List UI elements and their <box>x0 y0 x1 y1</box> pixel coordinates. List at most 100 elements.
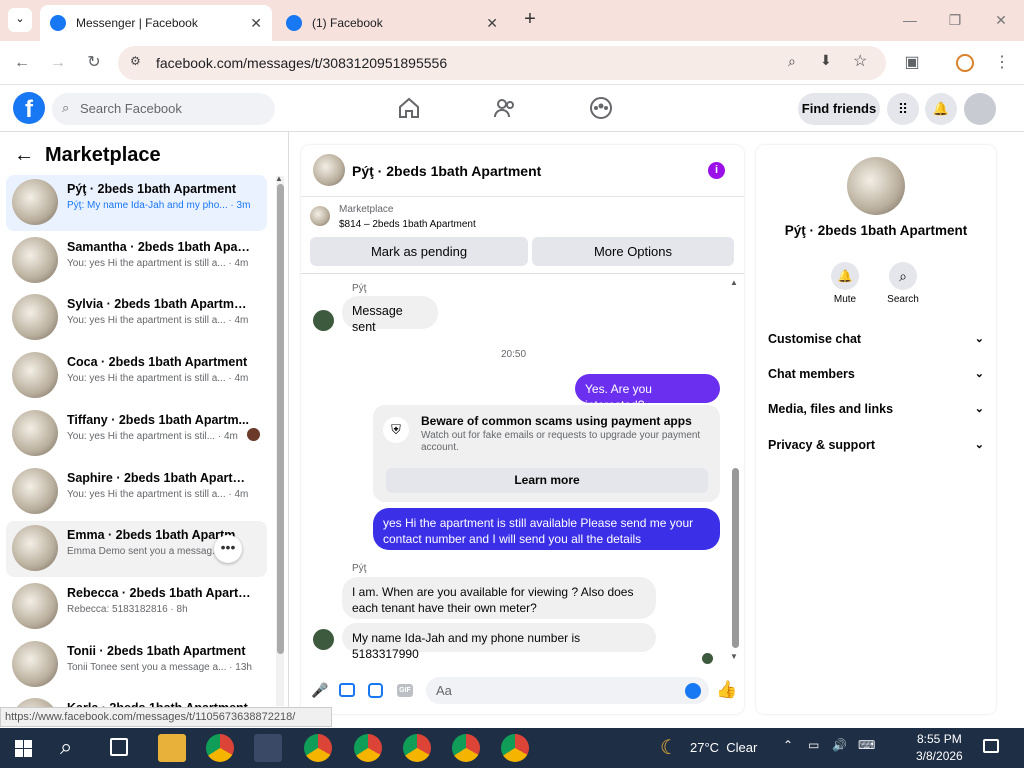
scroll-up-icon[interactable]: ▲ <box>275 174 283 183</box>
microphone-icon[interactable]: 🎤 <box>311 682 328 699</box>
chat-scroll-up-icon[interactable]: ▲ <box>730 278 738 287</box>
info-icon[interactable]: i <box>708 162 725 179</box>
tab-messenger[interactable]: Messenger | Facebook ✕ <box>40 5 272 41</box>
file-explorer-icon[interactable] <box>158 734 186 762</box>
find-friends-button[interactable]: Find friends <box>798 93 880 125</box>
friends-icon[interactable] <box>493 96 517 120</box>
tray-chevron-icon[interactable]: ⌃ <box>783 738 793 752</box>
reload-icon[interactable]: ↻ <box>82 51 106 75</box>
new-tab-button[interactable]: + <box>519 9 541 31</box>
address-bar[interactable]: ⚙ facebook.com/messages/t/30831209518955… <box>118 46 886 80</box>
close-tab-icon[interactable]: ✕ <box>486 15 498 32</box>
chrome-icon[interactable] <box>206 734 234 762</box>
clock-time[interactable]: 8:55 PM <box>917 732 962 746</box>
windows-start-icon[interactable] <box>15 740 32 757</box>
groups-icon[interactable] <box>589 96 613 120</box>
conversation-item[interactable]: Rebecca · 2beds 1bath Apartment Rebecca: … <box>6 579 267 635</box>
back-icon[interactable]: ← <box>10 51 34 75</box>
app-icon[interactable] <box>254 734 282 762</box>
close-tab-icon[interactable]: ✕ <box>250 15 262 32</box>
conversation-item[interactable]: Emma · 2beds 1bath Apartm Emma Demo sent … <box>6 521 267 578</box>
bookmark-star-icon[interactable]: ☆ <box>853 51 867 71</box>
weather-moon-icon[interactable]: ☾ <box>660 735 678 760</box>
conversation-item[interactable]: Tiffany · 2beds 1bath Apartm... You: yes … <box>6 406 267 462</box>
like-thumb-icon[interactable]: 👍 <box>716 680 737 700</box>
mute-button[interactable]: 🔔 <box>831 262 859 290</box>
gif-icon[interactable]: GIF <box>397 684 413 697</box>
keyboard-icon[interactable]: ⌨ <box>858 738 875 752</box>
install-icon[interactable]: ⬇ <box>820 52 832 69</box>
message-sent-bubble[interactable]: Message sent <box>342 296 438 334</box>
conversation-item[interactable]: Tonii · 2beds 1bath Apartment Tonii Tonee… <box>6 637 267 693</box>
chrome-icon[interactable] <box>403 734 431 762</box>
outgoing-message-bubble[interactable]: Yes. Are you interested? <box>575 374 720 412</box>
extensions-icon[interactable]: ▣ <box>900 51 924 75</box>
volume-icon[interactable]: 🔊 <box>832 738 847 752</box>
weather-text[interactable]: 27°C Clear <box>690 740 757 755</box>
chat-title[interactable]: Pýţ · 2beds 1bath Apartment <box>352 163 541 179</box>
network-icon[interactable]: ▭ <box>808 738 819 752</box>
conversation-preview: Pýţ: My name Ida-Jah and my pho... · 3m <box>67 200 252 211</box>
forward-icon[interactable]: → <box>46 51 70 75</box>
search-taskbar-icon[interactable]: ⌕ <box>60 734 72 760</box>
site-info-icon[interactable]: ⚙ <box>130 54 141 68</box>
zoom-icon[interactable]: ⌕ <box>788 53 796 70</box>
sender-avatar[interactable] <box>313 629 334 650</box>
restore-icon[interactable]: ❐ <box>941 8 969 32</box>
learn-more-button[interactable]: Learn more <box>386 468 708 493</box>
menu-grid-icon[interactable]: ⠿ <box>887 93 919 125</box>
media-files-links-item[interactable]: Media, files and links ⌄ <box>768 402 984 422</box>
chat-avatar[interactable] <box>313 154 345 186</box>
conversation-scrollbar-thumb[interactable] <box>277 184 284 654</box>
clock-date[interactable]: 3/8/2026 <box>916 749 963 763</box>
account-avatar[interactable] <box>964 93 996 125</box>
profile-avatar[interactable] <box>847 157 905 215</box>
image-icon[interactable] <box>339 683 355 697</box>
conversation-item[interactable]: Pýţ · 2beds 1bath Apartment Pýţ: My name … <box>6 175 267 231</box>
search-button[interactable]: ⌕ <box>889 262 917 290</box>
message-input[interactable]: Aa <box>426 677 709 704</box>
chat-header: Pýţ · 2beds 1bath Apartment i <box>301 145 744 197</box>
chat-members-item[interactable]: Chat members ⌄ <box>768 367 984 387</box>
search-facebook-input[interactable]: Search Facebook <box>52 93 275 125</box>
emoji-icon[interactable] <box>685 683 701 699</box>
preview-text: Tonii Tonee sent you a message a... <box>67 661 227 673</box>
conversation-item[interactable]: Saphire · 2beds 1bath Apartment You: yes … <box>6 464 267 520</box>
mark-as-pending-button[interactable]: Mark as pending <box>310 237 528 266</box>
chat-scrollbar-thumb[interactable] <box>732 468 739 648</box>
more-options-icon[interactable]: ••• <box>214 535 242 564</box>
more-options-button[interactable]: More Options <box>532 237 734 266</box>
listing-info[interactable]: $814 – 2beds 1bath Apartment <box>339 219 476 230</box>
conversation-item[interactable]: Sylvia · 2beds 1bath Apartment You: yes H… <box>6 290 267 346</box>
chrome-icon[interactable] <box>501 734 529 762</box>
incoming-message-bubble[interactable]: I am. When are you available for viewing… <box>342 577 656 619</box>
sticker-icon[interactable] <box>368 683 383 698</box>
task-view-icon[interactable] <box>110 738 128 756</box>
chat-scroll-down-icon[interactable]: ▼ <box>730 652 738 661</box>
customise-chat-item[interactable]: Customise chat ⌄ <box>768 332 984 352</box>
conversation-item[interactable]: Coca · 2beds 1bath Apartment You: yes Hi … <box>6 348 267 404</box>
listing-thumbnail[interactable] <box>310 206 330 226</box>
notification-center-icon[interactable] <box>983 739 999 753</box>
incoming-message-bubble[interactable]: My name Ida-Jah and my phone number is 5… <box>342 623 656 661</box>
minimize-icon[interactable]: — <box>896 8 924 32</box>
menu-kebab-icon[interactable]: ⋮ <box>990 51 1014 75</box>
tab-search-button[interactable]: ⌄ <box>8 8 32 32</box>
privacy-support-item[interactable]: Privacy & support ⌄ <box>768 438 984 458</box>
back-arrow-icon[interactable]: ← <box>14 144 34 167</box>
chrome-icon[interactable] <box>452 734 480 762</box>
notifications-bell-icon[interactable]: 🔔 <box>925 93 957 125</box>
chrome-icon[interactable] <box>354 734 382 762</box>
profile-icon[interactable] <box>956 54 974 72</box>
outgoing-message-bubble[interactable]: yes Hi the apartment is still available … <box>373 508 720 550</box>
sender-avatar[interactable] <box>313 310 334 331</box>
tab-facebook[interactable]: (1) Facebook ✕ <box>276 5 508 41</box>
facebook-logo-icon[interactable]: f <box>13 92 45 124</box>
home-icon[interactable] <box>397 96 421 120</box>
url-text[interactable]: facebook.com/messages/t/3083120951895556 <box>156 55 447 71</box>
menu-item-label: Media, files and links <box>768 402 894 416</box>
close-window-icon[interactable]: ✕ <box>987 8 1015 32</box>
seen-avatar <box>702 653 713 664</box>
conversation-item[interactable]: Samantha · 2beds 1bath Apart... You: yes … <box>6 233 267 289</box>
chrome-icon[interactable] <box>304 734 332 762</box>
